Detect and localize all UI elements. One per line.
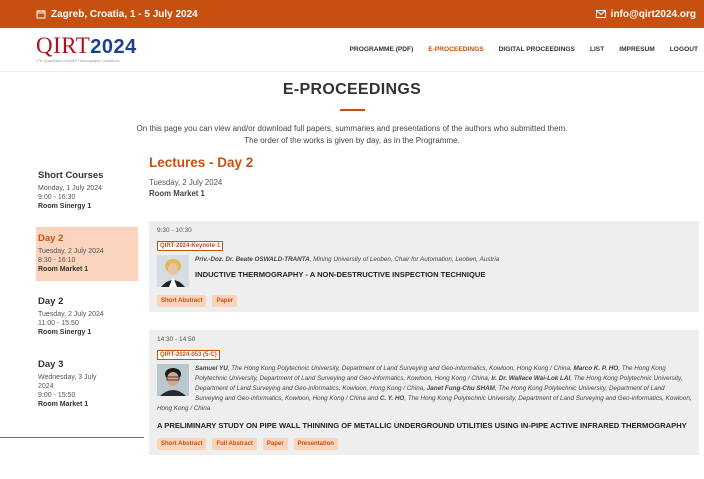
- sidebar-item-day[interactable]: Short Courses Monday, 1 July 2024 9:00 - 1…: [36, 164, 138, 218]
- sidebar-item-room: Room Sinergy 1: [38, 329, 92, 336]
- contact-email-text[interactable]: info@qirt2024.org: [611, 9, 696, 20]
- lecture-authors: Samuel YU, The Hong Kong Polytechnic Uni…: [157, 365, 692, 412]
- sidebar-item-detail: 2024: [38, 383, 54, 390]
- sidebar-item-room: Room Market 1: [38, 266, 89, 273]
- lecture-authors: Priv.-Doz. Dr. Beate OSWALD-TRANTA, Mini…: [195, 256, 500, 263]
- logo-wordmark: QIRT2024: [36, 33, 148, 58]
- full-abstract-button[interactable]: Full Abstract: [212, 438, 257, 450]
- logo-prefix: QIRT: [36, 33, 91, 58]
- sidebar-item-detail: 9:00 - 15:50: [38, 392, 76, 399]
- qirt-logo[interactable]: QIRT2024 17th Quantitative InfraRed Ther…: [36, 33, 148, 63]
- top-info-bar: Zagreb, Croatia, 1 - 5 July 2024 info@qi…: [0, 0, 704, 28]
- intro-line-2: The order of the works is given by day, …: [244, 136, 460, 145]
- logo-year: 2024: [90, 36, 137, 58]
- short-abstract-button[interactable]: Short Abstract: [157, 295, 207, 307]
- sidebar-item-title: Day 2: [38, 296, 64, 307]
- page-title: E-PROCEEDINGS: [282, 81, 422, 98]
- main-content: Lectures - Day 2 Tuesday, 2 July 2024 Ro…: [149, 155, 699, 455]
- page-intro: On this page you can view and/or downloa…: [0, 123, 704, 147]
- day-sidebar: Short Courses Monday, 1 July 2024 9:00 - 1…: [36, 164, 138, 425]
- sidebar-item-detail: 8:30 - 16:10: [38, 257, 76, 264]
- lecture-title: A PRELIMINARY STUDY ON PIPE WALL THINNIN…: [157, 421, 687, 430]
- nav-item-e-proceedings[interactable]: E-PROCEEDINGS: [428, 46, 483, 53]
- sidebar-item-title: Day 3: [38, 359, 64, 370]
- calendar-icon: [36, 9, 46, 19]
- sidebar-item-detail: Tuesday, 2 July 2024: [38, 248, 104, 255]
- session-room: Room Market 1: [149, 189, 205, 198]
- event-location: Zagreb, Croatia, 1 - 5 July 2024: [36, 9, 198, 20]
- main-navigation: QIRT2024 17th Quantitative InfraRed Ther…: [0, 28, 704, 72]
- lecture-title: INDUCTIVE THERMOGRAPHY - A NON-DESTRUCTI…: [195, 270, 486, 279]
- event-location-text: Zagreb, Croatia, 1 - 5 July 2024: [51, 8, 198, 20]
- sidebar-item-detail: Wednesday, 3 July: [38, 374, 97, 381]
- page-header: E-PROCEEDINGS On this page you can view …: [0, 81, 704, 147]
- presentation-button[interactable]: Presentation: [293, 438, 338, 450]
- sidebar-item-detail: 11:00 - 15:50: [38, 320, 79, 327]
- session-date: Tuesday, 2 July 2024: [149, 178, 223, 187]
- nav-item-impresum[interactable]: IMPRESUM: [619, 46, 655, 53]
- paper-button[interactable]: Paper: [212, 295, 238, 307]
- paper-button[interactable]: Paper: [262, 438, 288, 450]
- sidebar-item-day[interactable]: Day 3 Wednesday, 3 July 2024 9:00 - 15:50 Ro…: [36, 353, 138, 416]
- lecture-code-badge: QIRT-2024-053 (5-C): [157, 350, 220, 360]
- intro-line-1: On this page you can view and/or downloa…: [136, 124, 568, 133]
- sidebar-item-room: Room Sinergy 1: [38, 203, 92, 210]
- title-underline: [339, 109, 365, 111]
- lecture-time: 14:30 - 14:50: [157, 336, 196, 343]
- decorative-divider: [0, 437, 144, 438]
- short-abstract-button[interactable]: Short Abstract: [157, 438, 207, 450]
- nav-item-digital-proceedings[interactable]: DIGITAL PROCEEDINGS: [499, 46, 575, 53]
- lecture-card: 14:30 - 14:50 QIRT-2024-053 (5-C) Samuel…: [149, 330, 699, 455]
- lecture-card: 9:30 - 10:30 QIRT-2024-Keynote-1 Priv.-D…: [149, 221, 699, 312]
- sidebar-item-detail: Monday, 1 July 2024: [38, 185, 103, 192]
- sidebar-item-room: Room Market 1: [38, 401, 89, 408]
- nav-item-logout[interactable]: LOGOUT: [670, 46, 698, 53]
- nav-item-programme-pdf[interactable]: PROGRAMME (PDF): [350, 46, 414, 53]
- lecture-downloads: Short Abstract Full Abstract Paper Presenta…: [157, 438, 694, 450]
- envelope-icon: [595, 10, 606, 18]
- sidebar-item-day[interactable]: Day 2 Tuesday, 2 July 2024 11:00 - 15:50 Ro…: [36, 290, 138, 344]
- sidebar-item-title: Short Courses: [38, 170, 104, 181]
- lecture-time: 9:30 - 10:30: [157, 227, 192, 234]
- lecture-code-badge: QIRT-2024-Keynote-1: [157, 241, 224, 251]
- sidebar-item-title: Day 2: [38, 233, 64, 244]
- nav-menu: PROGRAMME (PDF) E-PROCEEDINGS DIGITAL PROC…: [350, 46, 698, 53]
- sidebar-item-detail: 9:00 - 16:30: [38, 194, 76, 201]
- section-heading: Lectures - Day 2: [149, 155, 254, 170]
- sidebar-item-detail: Tuesday, 2 July 2024: [38, 311, 104, 318]
- nav-item-list[interactable]: LIST: [590, 46, 604, 53]
- sidebar-item-day[interactable]: Day 2 Tuesday, 2 July 2024 8:30 - 16:10 Roo…: [36, 227, 138, 281]
- logo-tagline: 17th Quantitative InfraRed Thermography …: [36, 59, 120, 63]
- contact-email[interactable]: info@qirt2024.org: [595, 9, 696, 20]
- author-photo: [157, 364, 189, 396]
- author-photo: [157, 255, 189, 287]
- lecture-downloads: Short Abstract Paper: [157, 295, 694, 307]
